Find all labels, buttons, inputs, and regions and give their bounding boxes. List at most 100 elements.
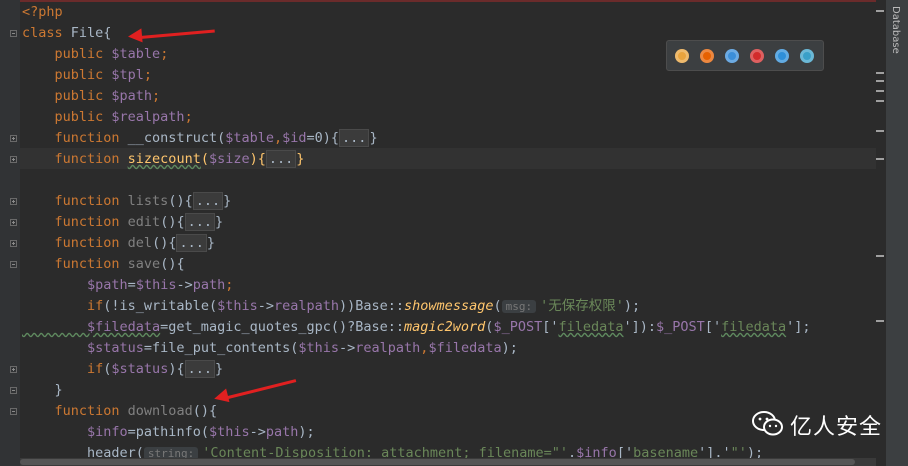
code-token: (){ xyxy=(192,403,218,419)
code-token: ; xyxy=(184,109,193,125)
code-token: = xyxy=(127,277,136,293)
code-token: =0){ xyxy=(306,130,340,146)
code-token: } xyxy=(369,130,378,146)
code-token: $this xyxy=(208,424,250,440)
ie-icon[interactable] xyxy=(775,49,789,63)
fold-collapse-icon[interactable] xyxy=(10,261,17,268)
code-token: save xyxy=(127,256,161,272)
code-line[interactable]: $status=file_put_contents($this->realpat… xyxy=(22,338,518,359)
horizontal-scrollbar[interactable] xyxy=(20,458,876,466)
code-token: $status xyxy=(22,340,144,356)
code-token: ){ xyxy=(249,151,266,167)
code-token: } xyxy=(22,382,63,398)
code-line[interactable]: if($status){...} xyxy=(22,359,223,380)
code-token: class xyxy=(22,25,71,41)
error-stripe-mark xyxy=(876,72,884,74)
code-token: ); xyxy=(501,340,518,356)
code-token: ; xyxy=(143,67,153,83)
code-line[interactable]: function lists(){...} xyxy=(22,191,231,212)
code-token: filedata xyxy=(558,319,624,335)
code-token: $filedata xyxy=(22,319,161,335)
folded-region[interactable]: ... xyxy=(192,192,224,210)
code-line[interactable]: function edit(){...} xyxy=(22,212,223,233)
code-token: } xyxy=(214,214,224,230)
code-line[interactable]: public $realpath; xyxy=(22,107,193,128)
fold-expand-icon[interactable] xyxy=(10,198,17,205)
code-line[interactable]: function download(){ xyxy=(22,401,218,422)
chrome-icon[interactable] xyxy=(675,49,689,63)
code-line[interactable]: public $path; xyxy=(22,86,161,107)
database-tab[interactable]: Database xyxy=(890,6,901,54)
code-token: function xyxy=(22,256,128,272)
code-line[interactable]: } xyxy=(22,380,63,401)
code-token: $filedata xyxy=(428,340,502,356)
code-token: function xyxy=(22,151,128,167)
code-line[interactable]: function sizecount($size){...} xyxy=(22,149,304,170)
code-token: public xyxy=(22,67,112,83)
code-token: '无保存权限' xyxy=(540,298,624,314)
fold-expand-icon[interactable] xyxy=(10,135,17,142)
code-token: ( xyxy=(493,298,502,314)
error-stripe-mark xyxy=(876,130,884,132)
code-token: <?php xyxy=(22,4,63,20)
folded-region[interactable]: ... xyxy=(176,234,207,252)
code-line[interactable]: function del(){...} xyxy=(22,233,215,254)
code-line[interactable]: public $table; xyxy=(22,44,169,65)
code-line[interactable]: function __construct($table,$id=0){...} xyxy=(22,128,378,149)
code-line[interactable]: function save(){ xyxy=(22,254,185,275)
code-token: (!is_writable( xyxy=(103,298,218,314)
firefox-icon[interactable] xyxy=(700,49,714,63)
code-token: path xyxy=(192,277,226,293)
code-token: -> xyxy=(257,298,274,314)
annotation-arrowhead xyxy=(127,28,143,44)
parameter-hint: msg: xyxy=(501,300,537,313)
code-token: public xyxy=(22,88,112,104)
fold-expand-icon[interactable] xyxy=(10,156,17,163)
code-token: function xyxy=(22,130,128,146)
fold-expand-icon[interactable] xyxy=(10,240,17,247)
code-token: ){ xyxy=(168,361,185,377)
code-token: lists xyxy=(127,193,169,209)
code-line[interactable]: $info=pathinfo($this->path); xyxy=(22,422,315,443)
fold-collapse-icon[interactable] xyxy=(10,30,17,37)
code-line[interactable]: public $tpl; xyxy=(22,65,153,86)
safari-icon[interactable] xyxy=(725,49,739,63)
fold-expand-icon[interactable] xyxy=(10,219,17,226)
code-line[interactable]: $path=$this->path; xyxy=(22,275,233,296)
code-token: =pathinfo( xyxy=(127,424,209,440)
error-stripe-mark xyxy=(876,80,884,82)
folded-region[interactable]: ... xyxy=(265,150,297,168)
code-token: ); xyxy=(623,298,641,314)
code-line[interactable]: $filedata=get_magic_quotes_gpc()?Base::m… xyxy=(22,317,811,338)
code-line[interactable]: class File{ xyxy=(22,23,111,44)
fold-expand-icon[interactable] xyxy=(10,366,17,373)
code-token: $table xyxy=(111,46,161,62)
code-token: $id xyxy=(282,130,307,146)
error-stripe-mark xyxy=(876,90,884,92)
code-token: function xyxy=(22,214,128,230)
folded-region[interactable]: ... xyxy=(184,360,215,378)
fold-collapse-icon[interactable] xyxy=(10,408,17,415)
code-token: $size xyxy=(208,151,250,167)
opera-icon[interactable] xyxy=(750,49,764,63)
code-token: function xyxy=(22,403,128,419)
code-token: realpath xyxy=(355,340,421,356)
edge-icon[interactable] xyxy=(800,49,814,63)
watermark-text: 亿人安全 xyxy=(790,415,883,440)
fold-collapse-icon[interactable] xyxy=(10,387,17,394)
folded-region[interactable]: ... xyxy=(339,129,370,147)
code-line[interactable]: if(!is_writable($this->realpath))Base::s… xyxy=(22,296,640,317)
code-token: sizecount xyxy=(127,151,201,167)
error-stripe-mark xyxy=(876,10,884,12)
code-token: ']; xyxy=(786,319,811,335)
right-scroll-markers[interactable] xyxy=(876,0,885,466)
code-token: File{ xyxy=(70,25,112,41)
code-line[interactable]: <?php xyxy=(22,2,63,23)
scrollbar-thumb[interactable] xyxy=(20,459,855,465)
code-token: path xyxy=(265,424,299,440)
code-token: ))Base:: xyxy=(339,298,405,314)
code-token: if xyxy=(22,298,104,314)
code-token: $info xyxy=(22,424,128,440)
code-token: (){ xyxy=(160,256,185,272)
folded-region[interactable]: ... xyxy=(184,213,215,231)
